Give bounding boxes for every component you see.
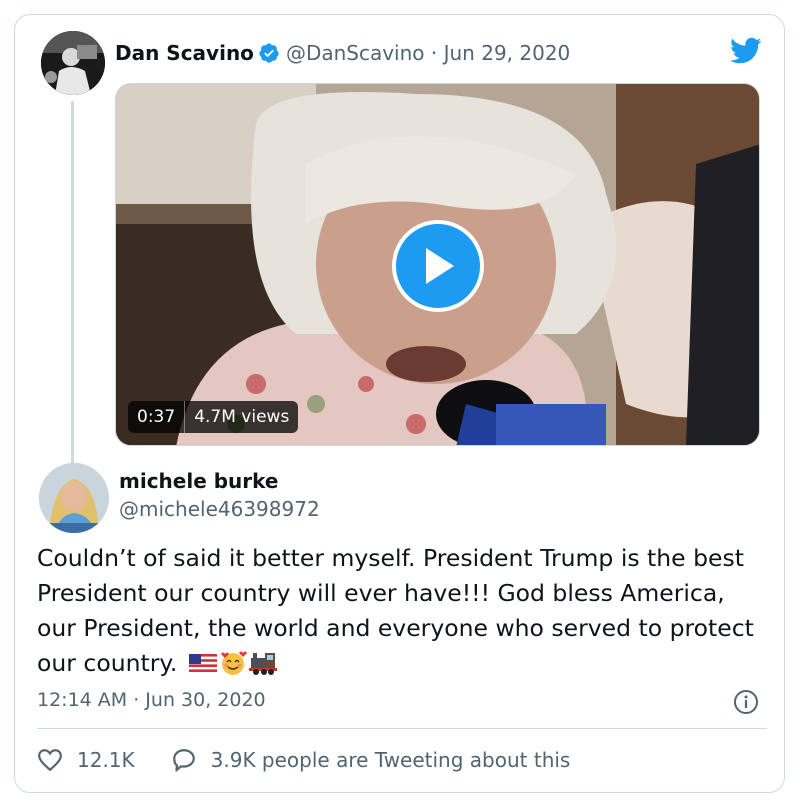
tweet-body: Couldn’t of said it better myself. Presi… <box>37 544 754 677</box>
conversation-button[interactable]: 3.9K people are Tweeting about this <box>171 747 571 773</box>
locomotive-icon <box>248 653 277 675</box>
video-views: 4.7M views <box>194 407 290 427</box>
dot-separator: · <box>424 41 444 65</box>
verified-badge-icon <box>259 43 279 63</box>
avatar[interactable] <box>41 31 105 95</box>
divider <box>37 728 767 729</box>
author-handle[interactable]: @michele46398972 <box>119 497 320 521</box>
heart-icon <box>38 749 62 772</box>
video-meta-overlay: 0:37 4.7M views <box>128 401 299 433</box>
like-count: 12.1K <box>77 748 135 772</box>
tweet-header: Dan Scavino @DanScavino · Jun 29, 2020 <box>115 39 570 67</box>
author-name[interactable]: Dan Scavino <box>115 41 254 65</box>
twitter-bird-icon[interactable] <box>730 37 762 65</box>
author-name[interactable]: michele burke <box>119 469 278 493</box>
info-icon[interactable] <box>733 689 759 715</box>
tweet-text: Couldn’t of said it better myself. Presi… <box>37 541 767 681</box>
tweet-date[interactable]: Jun 29, 2020 <box>444 41 571 65</box>
tweet-timestamp[interactable]: 12:14 AM · Jun 30, 2020 <box>37 689 266 711</box>
like-button[interactable]: 12.1K <box>37 747 135 773</box>
avatar[interactable] <box>39 463 109 533</box>
us-flag-icon <box>188 654 217 672</box>
conversation-text: 3.9K people are Tweeting about this <box>210 748 571 772</box>
tweet-actions: 12.1K 3.9K people are Tweeting about thi… <box>37 745 570 775</box>
emoji-group <box>188 650 277 676</box>
video-duration: 0:37 <box>137 407 176 427</box>
speech-bubble-icon <box>172 749 195 772</box>
thread-connector-line <box>71 101 74 465</box>
play-button[interactable] <box>392 220 484 312</box>
smiling-face-with-hearts-icon <box>220 651 247 675</box>
play-icon <box>426 248 454 284</box>
author-handle[interactable]: @DanScavino <box>286 41 425 65</box>
embedded-tweet-card[interactable]: Dan Scavino @DanScavino · Jun 29, 2020 0… <box>14 14 785 793</box>
video-player[interactable]: 0:37 4.7M views <box>115 83 760 446</box>
